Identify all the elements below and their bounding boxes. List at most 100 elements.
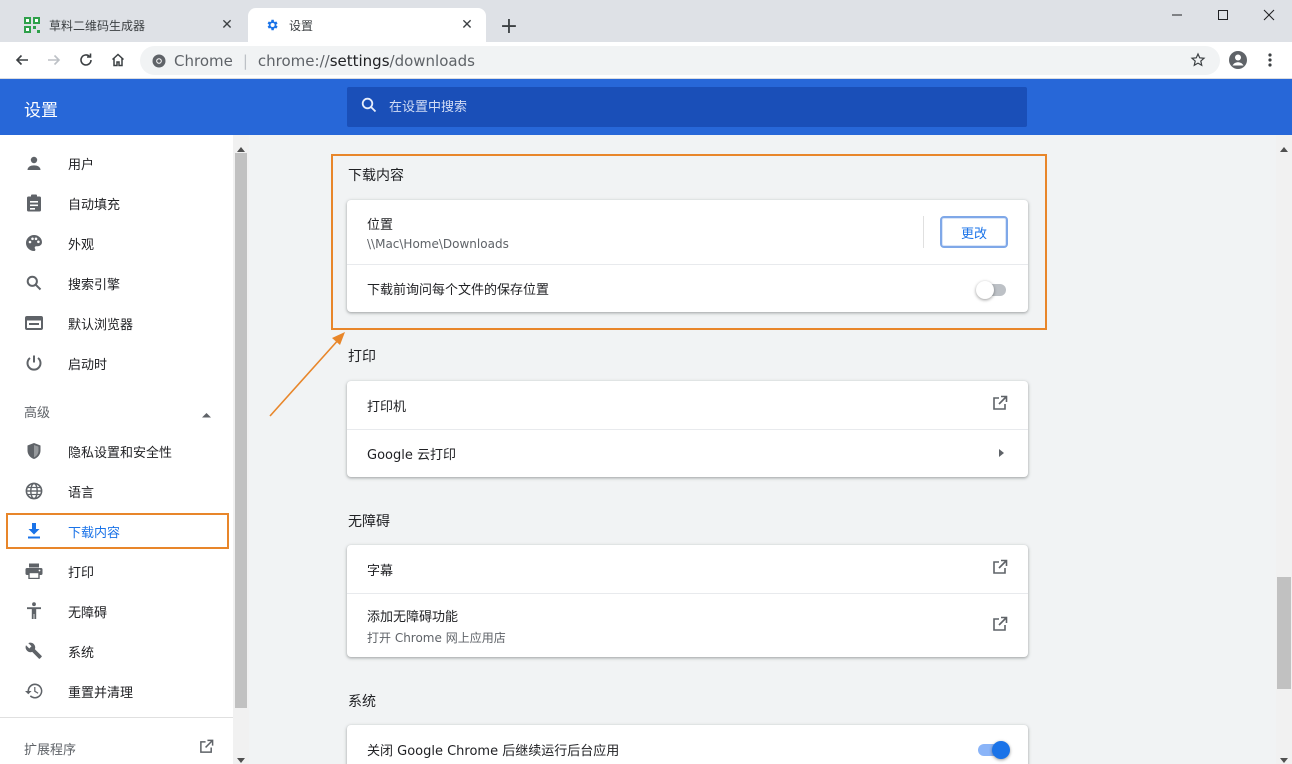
- globe-icon: [24, 481, 44, 501]
- settings-header: 设置: [0, 79, 1292, 135]
- browser-icon: [24, 313, 44, 333]
- profile-avatar-icon[interactable]: [1224, 46, 1252, 74]
- external-link-icon[interactable]: [992, 616, 1008, 636]
- chevron-right-icon[interactable]: [999, 446, 1004, 461]
- system-card: 关闭 Google Chrome 后继续运行后台应用: [347, 725, 1028, 764]
- add-accessibility-row[interactable]: 添加无障碍功能 打开 Chrome 网上应用店: [347, 593, 1028, 657]
- sidebar-item-accessibility[interactable]: 无障碍: [0, 591, 233, 631]
- printers-label: 打印机: [367, 399, 407, 415]
- tab-close-icon[interactable]: ✕: [458, 16, 476, 34]
- sidebar-item-on-startup[interactable]: 启动时: [0, 343, 233, 383]
- page-title: 设置: [24, 101, 58, 121]
- section-title-system: 系统: [348, 694, 376, 710]
- add-features-sub: 打开 Chrome 网上应用店: [367, 630, 506, 645]
- annotation-highlight-sidebar: [6, 513, 229, 549]
- search-icon: [361, 97, 377, 117]
- sidebar-item-privacy[interactable]: 隐私设置和安全性: [0, 431, 233, 471]
- forward-button[interactable]: [40, 46, 68, 74]
- palette-icon: [24, 233, 44, 253]
- person-icon: [24, 153, 44, 173]
- sidebar-item-label: 启动时: [68, 357, 108, 373]
- tab-qrcode[interactable]: 草料二维码生成器 ✕: [8, 8, 246, 42]
- clipboard-icon: [24, 193, 44, 213]
- main-scrollbar-thumb[interactable]: [1277, 577, 1291, 689]
- reload-button[interactable]: [72, 46, 100, 74]
- scroll-up-arrow-icon[interactable]: [237, 141, 245, 156]
- sidebar-item-reset[interactable]: 重置并清理: [0, 671, 233, 711]
- scroll-up-arrow-icon[interactable]: [1280, 141, 1288, 156]
- gear-icon: [264, 17, 280, 33]
- sidebar-item-label: 隐私设置和安全性: [68, 445, 173, 461]
- captions-label: 字幕: [367, 563, 394, 579]
- tab-title: 设置: [289, 18, 314, 33]
- omnibox-separator: |: [242, 51, 248, 70]
- wrench-icon: [24, 641, 44, 661]
- settings-search[interactable]: [347, 87, 1027, 127]
- sidebar-item-extensions[interactable]: 扩展程序: [24, 739, 76, 758]
- window-close-button[interactable]: [1246, 4, 1292, 26]
- new-tab-button[interactable]: +: [497, 14, 521, 39]
- home-button[interactable]: [104, 46, 132, 74]
- extensions-label: 扩展程序: [24, 743, 77, 758]
- menu-kebab-icon[interactable]: [1256, 46, 1284, 74]
- captions-row[interactable]: 字幕: [347, 545, 1028, 593]
- sidebar-item-search-engine[interactable]: 搜索引擎: [0, 263, 233, 303]
- tab-strip: 草料二维码生成器 ✕ 设置 ✕ +: [0, 0, 1292, 42]
- accessibility-card: 字幕 添加无障碍功能 打开 Chrome 网上应用店: [347, 545, 1028, 657]
- external-link-icon[interactable]: [199, 739, 214, 758]
- sidebar-item-label: 语言: [68, 485, 95, 501]
- address-bar[interactable]: Chrome | chrome://settings/downloads: [140, 46, 1220, 75]
- sidebar-item-label: 无障碍: [68, 605, 108, 621]
- annotation-highlight-downloads: [331, 154, 1047, 330]
- background-apps-label: 关闭 Google Chrome 后继续运行后台应用: [367, 743, 620, 759]
- bookmark-star-icon[interactable]: [1184, 46, 1212, 74]
- sidebar-scrollbar-thumb[interactable]: [235, 153, 247, 708]
- chevron-up-icon[interactable]: [202, 407, 211, 422]
- scroll-down-arrow-icon[interactable]: [1280, 752, 1288, 764]
- add-features-label: 添加无障碍功能: [367, 609, 459, 625]
- sidebar-item-label: 用户: [68, 157, 95, 173]
- background-apps-row[interactable]: 关闭 Google Chrome 后继续运行后台应用: [347, 725, 1028, 764]
- sidebar-item-printing[interactable]: 打印: [0, 551, 233, 591]
- sidebar-item-languages[interactable]: 语言: [0, 471, 233, 511]
- sidebar-item-system[interactable]: 系统: [0, 631, 233, 671]
- power-icon: [24, 353, 44, 373]
- url-host: settings: [329, 51, 390, 70]
- omnibox-chip: Chrome: [174, 51, 233, 70]
- minimize-button[interactable]: [1154, 4, 1200, 26]
- search-icon: [24, 273, 44, 293]
- url-scheme: chrome://: [257, 51, 330, 70]
- browser-toolbar: Chrome | chrome://settings/downloads: [0, 42, 1292, 79]
- external-link-icon[interactable]: [992, 395, 1008, 415]
- sidebar-item-label: 自动填充: [68, 197, 121, 213]
- sidebar: 用户 自动填充 外观 搜索引擎 默认浏览器 启动时 高级 隐私设置和安全性 语言…: [0, 135, 233, 764]
- background-apps-toggle[interactable]: [976, 740, 1010, 759]
- sidebar-scrollbar[interactable]: [233, 135, 249, 764]
- sidebar-item-people[interactable]: 用户: [0, 143, 233, 183]
- sidebar-item-label: 外观: [68, 237, 95, 253]
- sidebar-item-label: 打印: [68, 565, 95, 581]
- advanced-label: 高级: [24, 406, 51, 421]
- cloud-print-row[interactable]: Google 云打印: [347, 429, 1028, 477]
- qrcode-favicon-icon: [24, 17, 40, 33]
- sidebar-divider: [0, 717, 233, 718]
- external-link-icon[interactable]: [992, 559, 1008, 579]
- section-title-accessibility: 无障碍: [348, 514, 390, 530]
- sidebar-item-default-browser[interactable]: 默认浏览器: [0, 303, 233, 343]
- cloud-print-label: Google 云打印: [367, 448, 456, 463]
- sidebar-item-autofill[interactable]: 自动填充: [0, 183, 233, 223]
- sidebar-advanced-toggle[interactable]: 高级: [24, 402, 50, 421]
- sidebar-item-appearance[interactable]: 外观: [0, 223, 233, 263]
- tab-close-icon[interactable]: ✕: [218, 16, 236, 34]
- main-scrollbar[interactable]: [1276, 135, 1292, 764]
- tab-settings[interactable]: 设置 ✕: [248, 8, 486, 42]
- section-title-printing: 打印: [348, 349, 376, 365]
- back-button[interactable]: [8, 46, 36, 74]
- search-input[interactable]: [389, 99, 989, 115]
- scroll-down-arrow-icon[interactable]: [237, 752, 245, 764]
- settings-main: 下载内容 位置 \\Mac\Home\Downloads 更改 下载前询问每个文…: [249, 135, 1276, 764]
- printers-row[interactable]: 打印机: [347, 381, 1028, 429]
- tab-title: 草料二维码生成器: [49, 18, 146, 33]
- maximize-button[interactable]: [1200, 4, 1246, 26]
- accessibility-icon: [24, 601, 44, 621]
